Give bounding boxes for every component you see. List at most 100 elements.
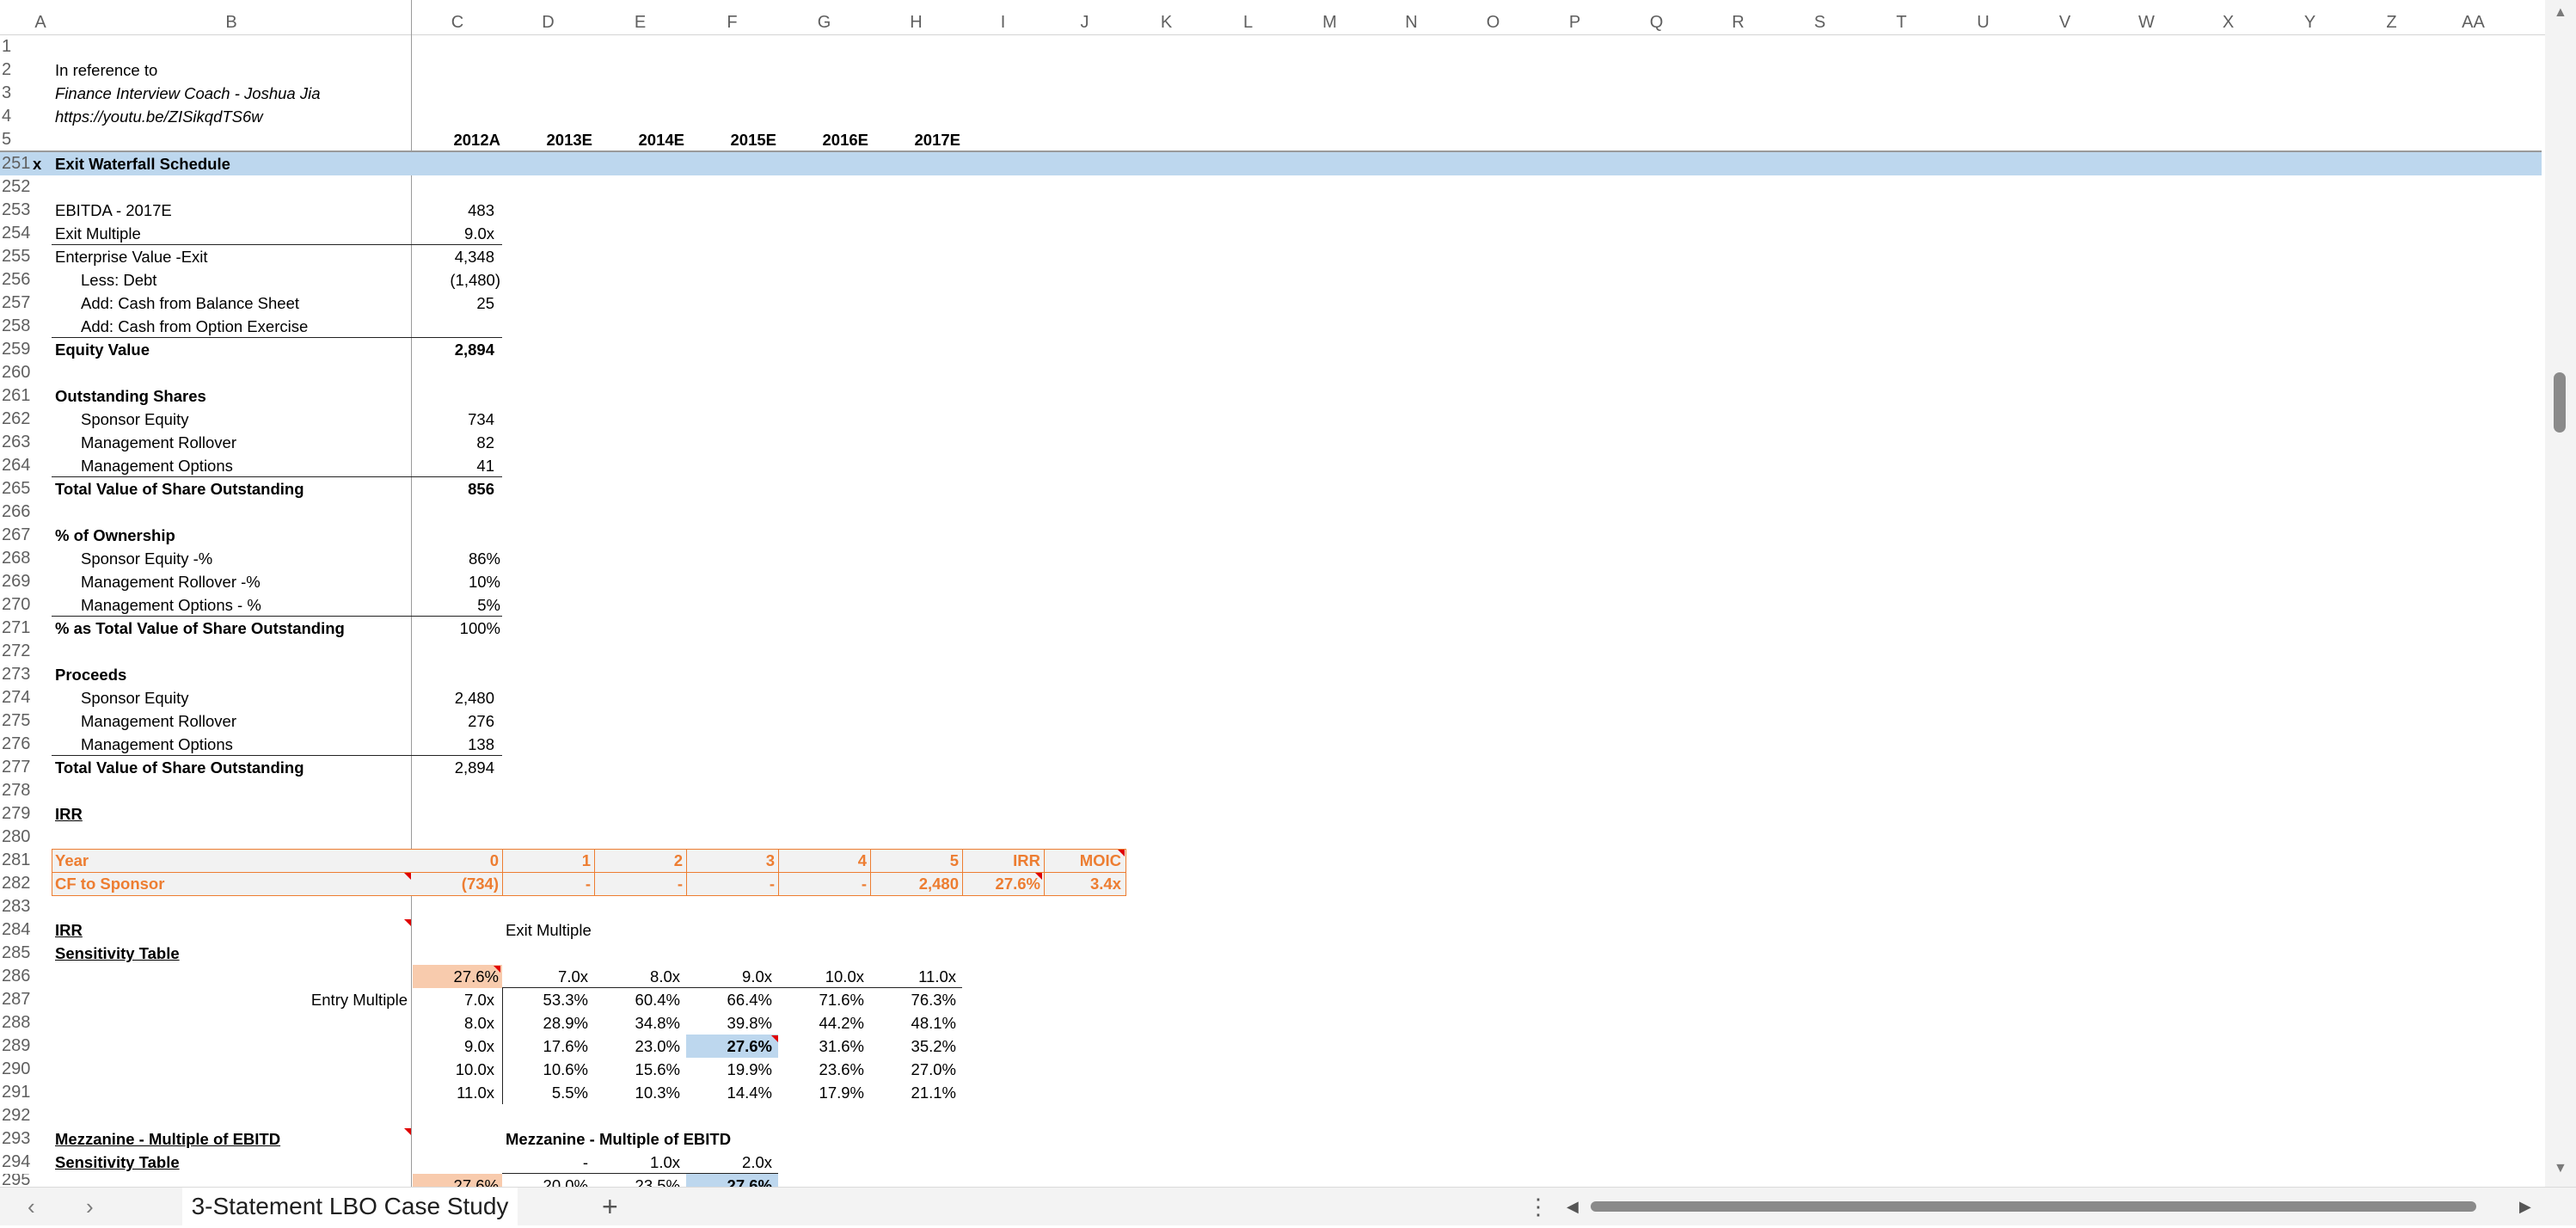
row-header[interactable]: 275 (0, 709, 33, 733)
shares-total-value[interactable]: 856 (413, 477, 494, 500)
row-header[interactable]: 251 (0, 152, 33, 175)
comment-indicator[interactable] (1035, 873, 1042, 880)
comment-indicator[interactable] (404, 873, 411, 880)
sens-row-header[interactable]: 9.0x (413, 1035, 494, 1058)
sens-cell-base-case[interactable]: 27.6% (686, 1035, 772, 1058)
row-header[interactable]: 3 (0, 82, 33, 105)
sens-cell[interactable]: 34.8% (594, 1011, 680, 1035)
row-header[interactable]: 282 (0, 872, 33, 895)
column-header-M[interactable]: M (1289, 0, 1371, 34)
row-header[interactable]: 289 (0, 1035, 33, 1058)
plus-icon[interactable]: + (602, 1193, 618, 1220)
sens-cell[interactable]: 48.1% (870, 1011, 956, 1035)
mezz-cell[interactable]: 23.5% (594, 1174, 680, 1187)
row-header[interactable]: 274 (0, 686, 33, 709)
row-header[interactable]: 4 (0, 105, 33, 128)
row-header[interactable]: 285 (0, 942, 33, 965)
column-header-H[interactable]: H (870, 0, 962, 34)
sens-cell[interactable]: 15.6% (594, 1058, 680, 1081)
column-header-O[interactable]: O (1452, 0, 1534, 34)
moic-value[interactable]: 3.4x (1044, 872, 1121, 895)
column-header-S[interactable]: S (1779, 0, 1861, 34)
debt-value[interactable]: (1,480) (413, 268, 500, 292)
sens-cell[interactable]: 28.9% (502, 1011, 588, 1035)
sens-cell[interactable]: 66.4% (686, 988, 772, 1011)
column-header-AA[interactable]: AA (2432, 0, 2514, 34)
proceeds-rollover-value[interactable]: 276 (413, 709, 494, 733)
row-header[interactable]: 264 (0, 454, 33, 477)
exit-multiple-value[interactable]: 9.0x (413, 222, 494, 245)
row-header[interactable]: 267 (0, 524, 33, 547)
cash-bs-value[interactable]: 25 (413, 292, 494, 315)
row-header[interactable]: 261 (0, 384, 33, 408)
sens-row-header[interactable]: 7.0x (413, 988, 494, 1011)
row-header[interactable]: 259 (0, 338, 33, 361)
sens-cell[interactable]: 60.4% (594, 988, 680, 1011)
sens-cell[interactable]: 53.3% (502, 988, 588, 1011)
proceeds-options-value[interactable]: 138 (413, 733, 494, 756)
column-header-B[interactable]: B (50, 0, 413, 34)
column-header-I[interactable]: I (962, 0, 1044, 34)
row-header[interactable]: 258 (0, 315, 33, 338)
column-header-L[interactable]: L (1207, 0, 1289, 34)
row-header[interactable]: 294 (0, 1151, 33, 1174)
row-header[interactable]: 254 (0, 222, 33, 245)
sens-cell[interactable]: 14.4% (686, 1081, 772, 1104)
ownership-total-value[interactable]: 100% (413, 617, 500, 640)
sens-cell[interactable]: 76.3% (870, 988, 956, 1011)
row-header[interactable]: 265 (0, 477, 33, 500)
row-header[interactable]: 5 (0, 128, 33, 151)
sens-cell[interactable]: 19.9% (686, 1058, 772, 1081)
year-cell[interactable]: 4 (778, 849, 867, 872)
ownership-options-value[interactable]: 5% (413, 593, 500, 617)
triangle-down-icon[interactable]: ▼ (2554, 1161, 2567, 1176)
proceeds-sponsor-value[interactable]: 2,480 (413, 686, 494, 709)
row-header[interactable]: 291 (0, 1081, 33, 1104)
cf-cell[interactable]: - (594, 872, 683, 895)
sens-cell[interactable]: 23.6% (778, 1058, 864, 1081)
column-header-D[interactable]: D (502, 0, 594, 34)
year-cell[interactable]: 2 (594, 849, 683, 872)
proceeds-total-value[interactable]: 2,894 (413, 756, 494, 779)
mezz-col-header[interactable]: 2.0x (686, 1151, 772, 1174)
column-header-R[interactable]: R (1697, 0, 1779, 34)
shares-sponsor-value[interactable]: 734 (413, 408, 494, 431)
chevron-right-icon[interactable]: › (86, 1193, 94, 1220)
year-cell[interactable]: 5 (870, 849, 959, 872)
sens-col-header[interactable]: 7.0x (502, 965, 588, 988)
column-header-Q[interactable]: Q (1616, 0, 1697, 34)
row-header[interactable]: 270 (0, 593, 33, 617)
sens-cell[interactable]: 17.9% (778, 1081, 864, 1104)
sens-col-header[interactable]: 11.0x (870, 965, 956, 988)
sens-col-header[interactable]: 9.0x (686, 965, 772, 988)
row-header[interactable]: 292 (0, 1104, 33, 1127)
vertical-scrollbar[interactable]: ▲ ▼ (2545, 0, 2576, 1187)
sens-cell[interactable]: 23.0% (594, 1035, 680, 1058)
column-header-U[interactable]: U (1942, 0, 2024, 34)
shares-options-value[interactable]: 41 (413, 454, 494, 477)
mezz-col-header[interactable]: - (502, 1151, 588, 1174)
sheet-tab-active[interactable]: 3-Statement LBO Case Study (182, 1188, 518, 1228)
sens-cell[interactable]: 31.6% (778, 1035, 864, 1058)
row-header[interactable]: 269 (0, 570, 33, 593)
sens-cell[interactable]: 71.6% (778, 988, 864, 1011)
cf-cell[interactable]: (734) (413, 872, 499, 895)
equity-value[interactable]: 2,894 (413, 338, 494, 361)
sens-row-header[interactable]: 8.0x (413, 1011, 494, 1035)
comment-indicator[interactable] (771, 1035, 778, 1042)
row-header[interactable]: 271 (0, 617, 33, 640)
vertical-scroll-thumb[interactable] (2554, 372, 2566, 433)
column-header-C[interactable]: C (413, 0, 502, 34)
row-header[interactable]: 286 (0, 965, 33, 988)
sens-col-header[interactable]: 10.0x (778, 965, 864, 988)
row-header[interactable]: 262 (0, 408, 33, 431)
row-header[interactable]: 283 (0, 895, 33, 918)
sens-cell[interactable]: 17.6% (502, 1035, 588, 1058)
sens-cell[interactable]: 35.2% (870, 1035, 956, 1058)
mezz-cell[interactable]: 20.0% (502, 1174, 588, 1187)
row-header[interactable]: 1 (0, 35, 33, 58)
year-cell[interactable]: 0 (413, 849, 499, 872)
column-header-V[interactable]: V (2024, 0, 2106, 34)
cf-cell[interactable]: - (778, 872, 867, 895)
row-header[interactable]: 252 (0, 175, 33, 199)
